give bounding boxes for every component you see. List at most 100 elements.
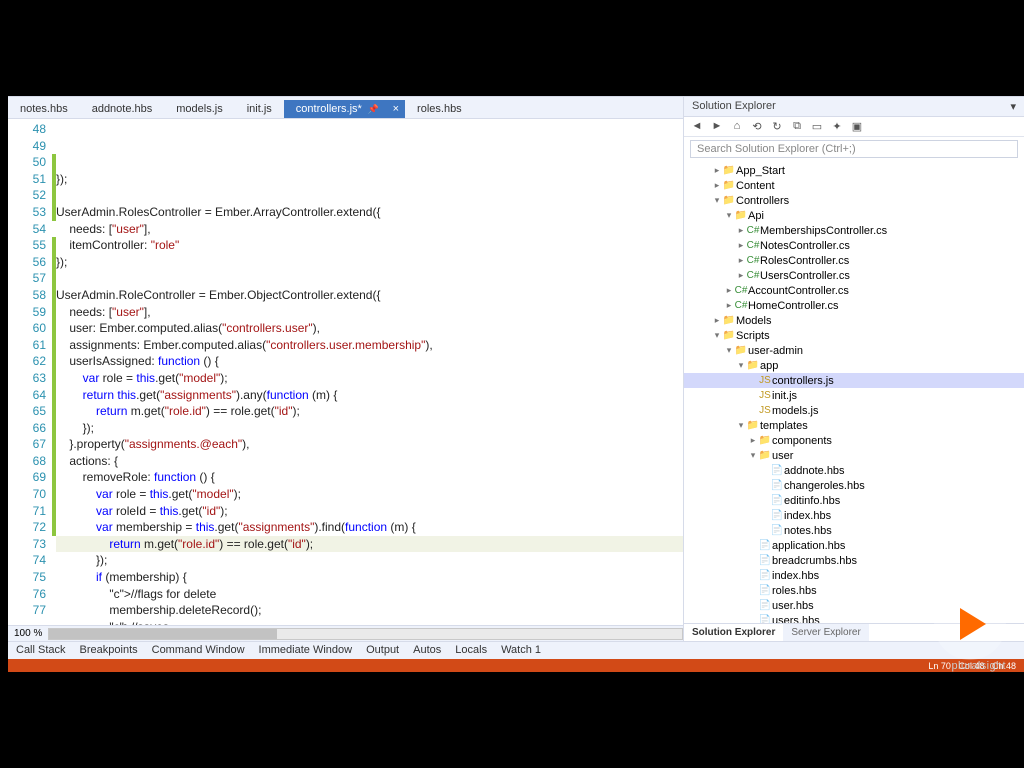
tree-node[interactable]: ▾📁 user-admin [684,343,1024,358]
tree-node[interactable]: ▸C# NotesController.cs [684,238,1024,253]
play-overlay-icon[interactable] [934,588,1006,660]
code-line[interactable]: return m.get("role.id") == role.get("id"… [56,536,683,553]
tree-node[interactable]: 📄 index.hbs [684,508,1024,523]
expander-icon[interactable]: ▸ [736,270,746,281]
code-line[interactable] [56,270,683,287]
tree-node[interactable]: ▸C# UsersController.cs [684,268,1024,283]
tree-node[interactable]: ▸📁 Content [684,178,1024,193]
expander-icon[interactable]: ▸ [736,255,746,266]
tree-node[interactable]: ▸C# HomeController.cs [684,298,1024,313]
code-line[interactable]: var membership = this.get("assignments")… [56,519,683,536]
code-line[interactable]: UserAdmin.RolesController = Ember.ArrayC… [56,204,683,221]
home-icon[interactable]: ⌂ [730,120,744,133]
solution-search-input[interactable]: Search Solution Explorer (Ctrl+;) [690,140,1018,158]
code-line[interactable]: var roleId = this.get("id"); [56,503,683,520]
tree-node[interactable]: 📄 addnote.hbs [684,463,1024,478]
expander-icon[interactable]: ▸ [748,435,758,446]
code-line[interactable]: userIsAssigned: function () { [56,353,683,370]
expander-icon[interactable]: ▸ [724,285,734,296]
code-line[interactable]: actions: { [56,453,683,470]
tree-node[interactable]: 📄 changeroles.hbs [684,478,1024,493]
code-line[interactable]: "c">//saves [56,619,683,625]
code-line[interactable]: var role = this.get("model"); [56,370,683,387]
code-line[interactable]: user: Ember.computed.alias("controllers.… [56,320,683,337]
tree-node[interactable]: ▾📁 Scripts [684,328,1024,343]
expander-icon[interactable]: ▾ [712,195,722,206]
expander-icon[interactable]: ▸ [736,225,746,236]
panel-dropdown-icon[interactable]: ▾ [1010,100,1016,113]
code-line[interactable]: }); [56,552,683,569]
tree-node[interactable]: 📄 editinfo.hbs [684,493,1024,508]
code-line[interactable]: assignments: Ember.computed.alias("contr… [56,337,683,354]
tab-server-explorer[interactable]: Server Explorer [783,624,868,641]
code-line[interactable]: return this.get("assignments").any(funct… [56,387,683,404]
tree-node[interactable]: 📄 breadcrumbs.hbs [684,553,1024,568]
code-line[interactable]: return m.get("role.id") == role.get("id"… [56,403,683,420]
expander-icon[interactable]: ▸ [736,240,746,251]
tree-node[interactable]: ▾📁 Controllers [684,193,1024,208]
tool-tab[interactable]: Watch 1 [501,644,541,657]
code-line[interactable]: }.property("assignments.@each"), [56,436,683,453]
expander-icon[interactable]: ▾ [724,210,734,221]
tool-tab[interactable]: Immediate Window [259,644,353,657]
tree-node[interactable]: ▾📁 user [684,448,1024,463]
pin-icon[interactable]: 📌 [368,104,379,114]
nav-back-icon[interactable]: ◄ [690,120,704,133]
code-line[interactable]: itemController: "role" [56,237,683,254]
tree-node[interactable]: ▸📁 Models [684,313,1024,328]
tree-node[interactable]: JS controllers.js [684,373,1024,388]
tool-tab[interactable]: Call Stack [16,644,66,657]
code-line[interactable] [56,187,683,204]
nav-fwd-icon[interactable]: ► [710,120,724,133]
editor-tab[interactable]: notes.hbs [8,100,80,118]
tree-node[interactable]: ▾📁 app [684,358,1024,373]
show-all-icon[interactable]: ▭ [810,120,824,133]
expander-icon[interactable]: ▾ [724,345,734,356]
tree-node[interactable]: JS models.js [684,403,1024,418]
code-line[interactable]: }); [56,171,683,188]
close-icon[interactable]: × [393,103,399,115]
tree-node[interactable]: ▸C# AccountController.cs [684,283,1024,298]
code-line[interactable]: removeRole: function () { [56,469,683,486]
tool-tab[interactable]: Breakpoints [80,644,138,657]
code-line[interactable]: needs: ["user"], [56,221,683,238]
tree-node[interactable]: ▸C# RolesController.cs [684,253,1024,268]
solution-tree[interactable]: ▸📁 App_Start▸📁 Content▾📁 Controllers▾📁 A… [684,161,1024,623]
expander-icon[interactable]: ▾ [736,360,746,371]
code-line[interactable]: var role = this.get("model"); [56,486,683,503]
tool-tab[interactable]: Command Window [152,644,245,657]
tree-node[interactable]: 📄 index.hbs [684,568,1024,583]
expander-icon[interactable]: ▾ [736,420,746,431]
expander-icon[interactable]: ▸ [712,165,722,176]
code-line[interactable]: UserAdmin.RoleController = Ember.ObjectC… [56,287,683,304]
editor-tab[interactable]: models.js [164,100,234,118]
horizontal-scrollbar[interactable] [48,628,683,640]
tool-tab[interactable]: Output [366,644,399,657]
tree-node[interactable]: ▾📁 Api [684,208,1024,223]
properties-icon[interactable]: ✦ [830,120,844,133]
expander-icon[interactable]: ▸ [712,180,722,191]
expander-icon[interactable]: ▾ [748,450,758,461]
expander-icon[interactable]: ▸ [712,315,722,326]
code-line[interactable]: membership.deleteRecord(); [56,602,683,619]
expander-icon[interactable]: ▾ [712,330,722,341]
editor-tab[interactable]: controllers.js*📌× [284,100,405,118]
editor-tab[interactable]: roles.hbs [405,100,474,118]
code-line[interactable]: if (membership) { [56,569,683,586]
tree-node[interactable]: ▸📁 App_Start [684,163,1024,178]
tree-node[interactable]: JS init.js [684,388,1024,403]
code-line[interactable]: needs: ["user"], [56,304,683,321]
tool-tab[interactable]: Locals [455,644,487,657]
tree-node[interactable]: ▸C# MembershipsController.cs [684,223,1024,238]
code-body[interactable]: }); UserAdmin.RolesController = Ember.Arr… [52,119,683,625]
zoom-level[interactable]: 100 % [8,628,48,639]
tree-node[interactable]: ▸📁 components [684,433,1024,448]
expander-icon[interactable]: ▸ [724,300,734,311]
tree-node[interactable]: 📄 notes.hbs [684,523,1024,538]
code-area[interactable]: 4849505152535455565758596061626364656667… [8,119,683,625]
tree-node[interactable]: ▾📁 templates [684,418,1024,433]
sync-icon[interactable]: ⟲ [750,120,764,133]
collapse-icon[interactable]: ⧉ [790,120,804,133]
code-line[interactable]: }); [56,420,683,437]
code-line[interactable]: }); [56,254,683,271]
